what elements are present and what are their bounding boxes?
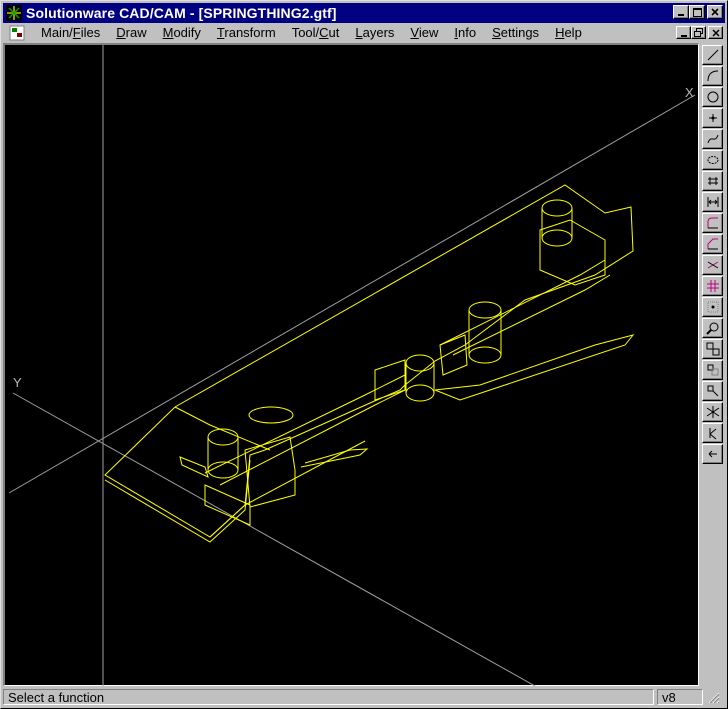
close-button[interactable] bbox=[707, 5, 723, 19]
lower-ramp bbox=[209, 440, 366, 538]
menu-main-files[interactable]: Main/Files bbox=[33, 25, 108, 40]
tool-dimension[interactable] bbox=[702, 192, 723, 212]
tool-trim[interactable] bbox=[702, 255, 723, 275]
snap-point-icon bbox=[707, 301, 718, 313]
tool-redraw[interactable] bbox=[702, 444, 723, 464]
title-bar[interactable]: Solutionware CAD/CAM - [SPRINGTHING2.gtf… bbox=[3, 3, 725, 23]
y-axis-label: Y bbox=[13, 375, 22, 390]
child-restore-button[interactable] bbox=[691, 26, 706, 39]
spline-icon bbox=[707, 134, 718, 144]
circle-icon bbox=[707, 91, 718, 103]
tool-circle[interactable] bbox=[702, 87, 723, 107]
version-indicator: v8 bbox=[657, 689, 703, 705]
tool-isometric[interactable] bbox=[702, 402, 723, 422]
tool-grid[interactable] bbox=[702, 276, 723, 296]
part-bottom-edge bbox=[104, 459, 251, 543]
menu-bar: Main/Files Draw Modify Transform Tool/Cu… bbox=[3, 23, 725, 42]
zoom-prev-icon bbox=[707, 385, 718, 397]
holes bbox=[207, 199, 573, 479]
menu-tool-cut[interactable]: Tool/Cut bbox=[284, 25, 348, 40]
menu-info[interactable]: Info bbox=[446, 25, 484, 40]
x-axis bbox=[8, 94, 696, 494]
tool-arc[interactable] bbox=[702, 66, 723, 86]
right-rail bbox=[439, 259, 606, 346]
document-icon[interactable] bbox=[9, 25, 25, 41]
tool-point[interactable] bbox=[702, 108, 723, 128]
part-outline bbox=[104, 184, 634, 538]
close-icon bbox=[711, 8, 719, 16]
zoom-icon bbox=[705, 322, 718, 335]
zoom-out-icon bbox=[707, 364, 718, 376]
tool-rotate-view[interactable] bbox=[702, 423, 723, 443]
minimize-icon bbox=[678, 14, 684, 16]
maximize-child-icon bbox=[694, 28, 703, 37]
axes bbox=[8, 45, 696, 686]
arc-icon bbox=[707, 70, 718, 82]
grid-icon bbox=[706, 280, 719, 292]
cad-drawing bbox=[8, 45, 696, 686]
menu-settings[interactable]: Settings bbox=[484, 25, 547, 40]
rail-inner bbox=[219, 389, 406, 486]
line-icon bbox=[707, 49, 718, 61]
status-bar: Select a function v8 bbox=[3, 687, 725, 707]
tool-snap[interactable] bbox=[702, 297, 723, 317]
drawing-viewport[interactable]: X Y bbox=[3, 43, 699, 686]
application-window: Solutionware CAD/CAM - [SPRINGTHING2.gtf… bbox=[0, 0, 728, 709]
menu-modify[interactable]: Modify bbox=[155, 25, 209, 40]
isometric-view-icon bbox=[706, 406, 719, 418]
fillet-icon bbox=[707, 217, 718, 229]
tool-chamfer[interactable] bbox=[702, 234, 723, 254]
menu-draw[interactable]: Draw bbox=[108, 25, 154, 40]
slot-left bbox=[179, 456, 209, 478]
app-icon[interactable] bbox=[6, 5, 22, 21]
window-title: Solutionware CAD/CAM - [SPRINGTHING2.gtf… bbox=[26, 5, 337, 21]
menu-view[interactable]: View bbox=[402, 25, 446, 40]
child-minimize-button[interactable] bbox=[676, 26, 691, 39]
maximize-icon bbox=[692, 7, 702, 17]
right-rail-inner bbox=[452, 274, 611, 356]
tool-spline[interactable] bbox=[702, 129, 723, 149]
y-axis bbox=[12, 392, 536, 686]
dimension-icon bbox=[707, 197, 718, 207]
tool-zoom-out[interactable] bbox=[702, 360, 723, 380]
chamfer-icon bbox=[707, 238, 718, 250]
menu-help[interactable]: Help bbox=[547, 25, 590, 40]
ellipse-icon bbox=[707, 156, 718, 164]
close-child-icon bbox=[711, 28, 720, 37]
tool-zoom-prev[interactable] bbox=[702, 381, 723, 401]
part-wireframe bbox=[104, 184, 635, 543]
tool-ellipse[interactable] bbox=[702, 150, 723, 170]
point-icon bbox=[708, 114, 717, 122]
text-icon bbox=[707, 177, 718, 185]
menu-transform[interactable]: Transform bbox=[209, 25, 284, 40]
tool-zoom-window[interactable] bbox=[702, 339, 723, 359]
zoom-window-icon bbox=[706, 342, 719, 356]
redraw-icon bbox=[708, 450, 717, 458]
maximize-button[interactable] bbox=[689, 5, 705, 19]
tool-palette bbox=[700, 45, 725, 685]
front-face bbox=[174, 406, 271, 451]
status-message: Select a function bbox=[3, 689, 654, 705]
tool-fillet[interactable] bbox=[702, 213, 723, 233]
trim-icon bbox=[707, 261, 718, 269]
child-close-button[interactable] bbox=[708, 26, 723, 39]
restore-child-icon bbox=[680, 34, 687, 37]
tool-line[interactable] bbox=[702, 45, 723, 65]
menu-layers[interactable]: Layers bbox=[347, 25, 402, 40]
tool-zoom[interactable] bbox=[702, 318, 723, 338]
x-axis-label: X bbox=[685, 85, 694, 100]
tool-text[interactable] bbox=[702, 171, 723, 191]
rotate-view-icon bbox=[709, 428, 716, 440]
minimize-button[interactable] bbox=[673, 5, 689, 19]
resize-grip-icon[interactable] bbox=[706, 690, 720, 704]
